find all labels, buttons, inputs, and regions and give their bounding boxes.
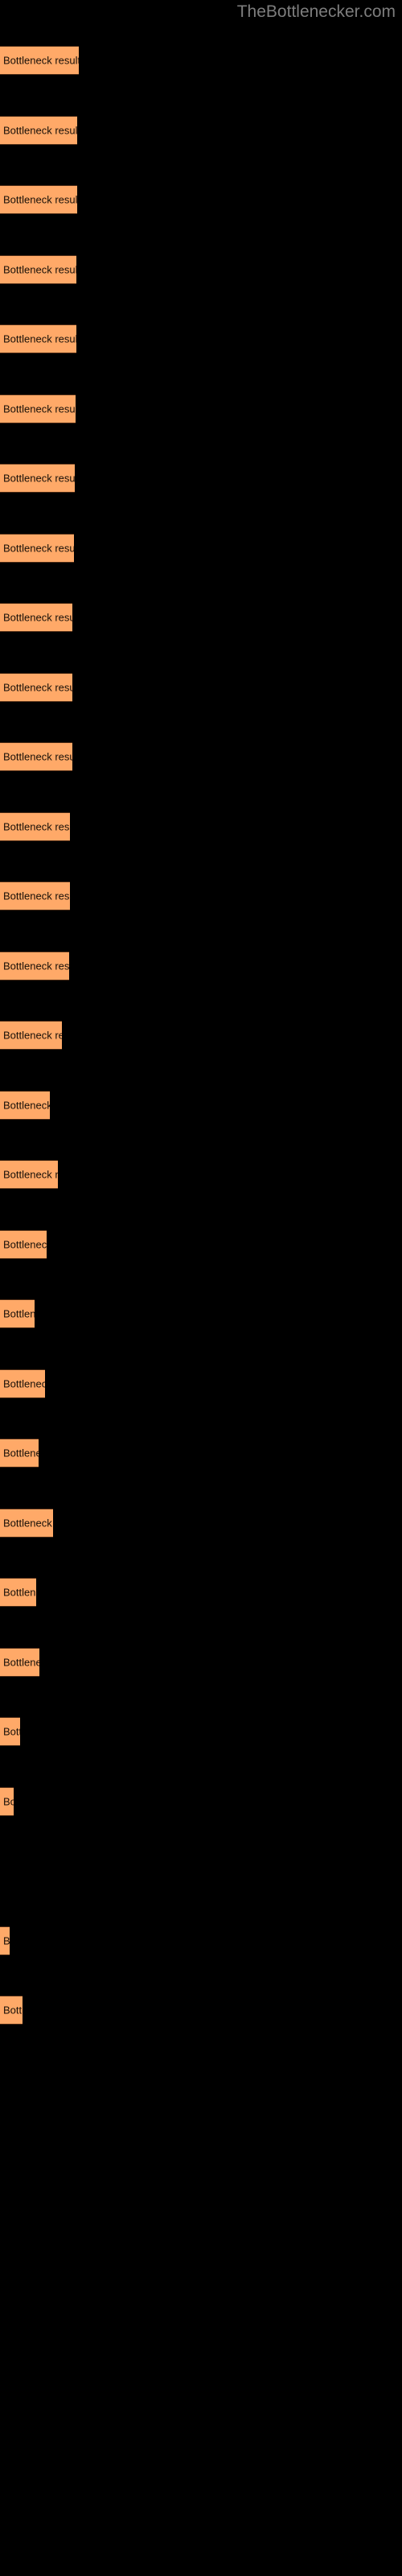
bar-row: Bottleneck result	[0, 673, 402, 702]
bar-row: Bottleneck result	[0, 255, 402, 284]
bar-row: Bottleneck result	[0, 1926, 402, 1955]
bar-label: Bottleneck result	[3, 1377, 45, 1390]
bar-21[interactable]: Bottleneck result	[0, 1439, 39, 1468]
bar-label: Bottleneck result	[3, 54, 79, 67]
bar-19[interactable]: Bottleneck result	[0, 1299, 35, 1328]
bar-label: Bottleneck result	[3, 332, 76, 345]
bar-label: Bottleneck result	[3, 960, 69, 972]
bar-label: Bottleneck result	[3, 2004, 23, 2017]
bar-row: Bottleneck result	[0, 464, 402, 493]
bar-row: Bottleneck result	[0, 881, 402, 910]
bar-13[interactable]: Bottleneck result	[0, 881, 70, 910]
bar-row: Bottleneck result	[0, 1996, 402, 2025]
bar-row: Bottleneck result	[0, 1439, 402, 1468]
bar-label: Bottleneck result	[3, 402, 76, 415]
bar-2[interactable]: Bottleneck result	[0, 116, 77, 145]
bar-label: Bottleneck result	[3, 1934, 10, 1947]
bar-16[interactable]: Bottleneck result	[0, 1091, 50, 1120]
bottleneck-chart: TheBottlenecker.com Bottleneck result Bot…	[0, 0, 402, 2576]
bar-row: Bottleneck result	[0, 812, 402, 841]
bar-label: Bottleneck result	[3, 890, 70, 902]
bar-row: Bottleneck result	[0, 1509, 402, 1538]
bar-1[interactable]: Bottleneck result	[0, 46, 79, 75]
bar-row: Bottleneck result	[0, 1856, 402, 1885]
bar-label: Bottleneck result	[3, 1307, 35, 1320]
bar-row: Bottleneck result	[0, 1230, 402, 1259]
bar-10[interactable]: Bottleneck result	[0, 673, 72, 702]
bar-8[interactable]: Bottleneck result	[0, 534, 74, 563]
bar-row: Bottleneck result	[0, 1299, 402, 1328]
bar-label: Bottleneck result	[3, 681, 72, 694]
bar-label: Bottleneck result	[3, 1168, 58, 1181]
bar-29[interactable]: Bottleneck result	[0, 1996, 23, 2025]
bar-label: Bottleneck result	[3, 263, 76, 276]
bar-row: Bottleneck result	[0, 1160, 402, 1189]
bar-5[interactable]: Bottleneck result	[0, 324, 76, 353]
bar-row: Bottleneck result	[0, 1021, 402, 1050]
bar-label: Bottleneck result	[3, 193, 77, 206]
bar-label: Bottleneck result	[3, 820, 70, 833]
bar-row: Bottleneck result	[0, 952, 402, 980]
bar-row: Bottleneck result	[0, 1717, 402, 1746]
bar-28[interactable]: Bottleneck result	[0, 1926, 10, 1955]
bar-label: Bottleneck result	[3, 472, 75, 485]
bar-row: Bottleneck result	[0, 603, 402, 632]
bar-label: Bottleneck result	[3, 124, 77, 137]
bar-row: Bottleneck result	[0, 1369, 402, 1398]
bar-label: Bottleneck result	[3, 1238, 47, 1251]
bar-row: Bottleneck result	[0, 1578, 402, 1607]
bar-row: Bottleneck result	[0, 1648, 402, 1677]
bar-25[interactable]: Bottleneck result	[0, 1717, 20, 1746]
bar-17[interactable]: Bottleneck result	[0, 1160, 58, 1189]
bar-label: Bottleneck result	[3, 1517, 53, 1530]
bar-chart-bars: Bottleneck result Bottleneck result Bottle…	[0, 0, 402, 2576]
bar-label: Bottleneck result	[3, 1795, 14, 1808]
bar-14[interactable]: Bottleneck result	[0, 952, 69, 980]
bar-12[interactable]: Bottleneck result	[0, 812, 70, 841]
bar-row: Bottleneck result	[0, 324, 402, 353]
bar-26[interactable]: Bottleneck result	[0, 1787, 14, 1816]
bar-row: Bottleneck result	[0, 46, 402, 75]
bar-4[interactable]: Bottleneck result	[0, 255, 76, 284]
bar-label: Bottleneck result	[3, 1725, 20, 1738]
bar-row: Bottleneck result	[0, 1787, 402, 1816]
bar-9[interactable]: Bottleneck result	[0, 603, 72, 632]
bar-row: Bottleneck result	[0, 534, 402, 563]
bar-label: Bottleneck result	[3, 1099, 50, 1112]
bar-label: Bottleneck result	[3, 1656, 39, 1669]
bar-6[interactable]: Bottleneck result	[0, 394, 76, 423]
bar-3[interactable]: Bottleneck result	[0, 185, 77, 214]
bar-7[interactable]: Bottleneck result	[0, 464, 75, 493]
bar-label: Bottleneck result	[3, 750, 72, 763]
bar-row: Bottleneck result	[0, 742, 402, 771]
bar-row: Bottleneck result	[0, 1091, 402, 1120]
bar-row: Bottleneck result	[0, 116, 402, 145]
bar-24[interactable]: Bottleneck result	[0, 1648, 39, 1677]
bar-11[interactable]: Bottleneck result	[0, 742, 72, 771]
bar-label: Bottleneck result	[3, 611, 72, 624]
bar-label: Bottleneck result	[3, 1586, 36, 1599]
bar-row: Bottleneck result	[0, 394, 402, 423]
bar-row: Bottleneck result	[0, 185, 402, 214]
bar-22[interactable]: Bottleneck result	[0, 1509, 53, 1538]
bar-18[interactable]: Bottleneck result	[0, 1230, 47, 1259]
bar-15[interactable]: Bottleneck result	[0, 1021, 62, 1050]
bar-20[interactable]: Bottleneck result	[0, 1369, 45, 1398]
bar-23[interactable]: Bottleneck result	[0, 1578, 36, 1607]
bar-label: Bottleneck result	[3, 1447, 39, 1459]
bar-label: Bottleneck result	[3, 1029, 62, 1042]
bar-label: Bottleneck result	[3, 542, 74, 555]
